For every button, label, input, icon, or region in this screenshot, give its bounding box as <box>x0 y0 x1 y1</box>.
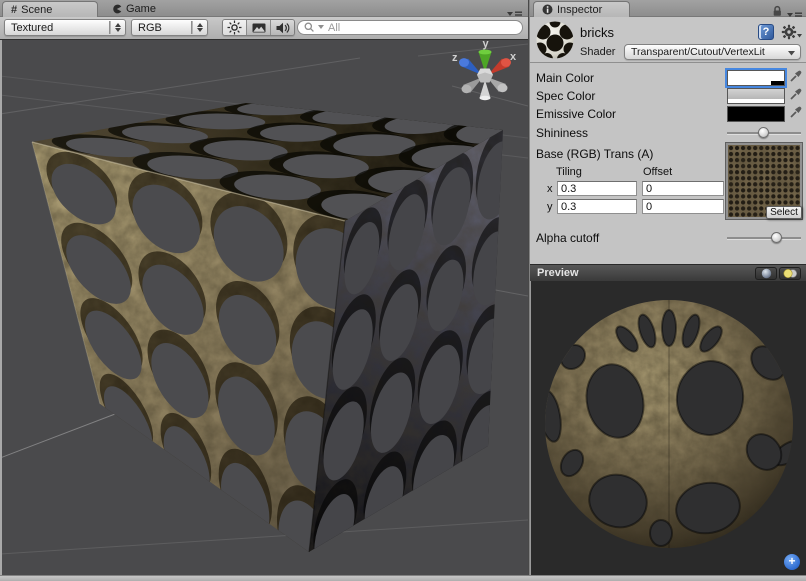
gizmo-y-label: y <box>483 40 490 50</box>
alpha-cutoff-slider-thumb[interactable] <box>771 232 782 243</box>
draw-mode-label: Textured <box>11 22 53 34</box>
speaker-icon <box>275 21 290 35</box>
spec-color-label: Spec Color <box>536 88 595 104</box>
scene-panel: # Scene Game Textured <box>0 0 528 575</box>
alpha-cutoff-label: Alpha cutoff <box>536 230 599 246</box>
preview-title: Preview <box>537 267 579 279</box>
material-ball-thumbnail <box>536 21 574 59</box>
scene-tabbar: # Scene Game <box>0 0 528 17</box>
chevron-down-icon <box>788 51 795 56</box>
inspector-panel: Inspector <box>530 0 806 575</box>
alpha-cutoff-slider[interactable] <box>727 231 801 244</box>
textured-cube[interactable] <box>2 40 528 575</box>
inspector-tabbar: Inspector <box>530 0 806 17</box>
scene-toolbar: Textured RGB <box>0 17 528 40</box>
offset-x-input[interactable] <box>642 181 724 196</box>
emissive-color-label: Emissive Color <box>536 106 616 122</box>
preview-header: Preview <box>530 264 806 281</box>
tiling-x-input[interactable] <box>557 181 637 196</box>
color-mode-label: RGB <box>138 22 162 34</box>
sun-icon <box>227 20 242 35</box>
tiling-y-input[interactable] <box>557 199 637 214</box>
dropdown-divider <box>109 21 111 34</box>
lighting-toggle-button[interactable] <box>223 20 247 35</box>
search-value: All <box>328 22 340 34</box>
updown-arrows-icon <box>115 23 121 32</box>
help-icon[interactable]: ? <box>758 24 774 40</box>
skybox-toggle-button[interactable] <box>247 20 271 35</box>
eyedropper-icon[interactable] <box>789 69 803 83</box>
shader-value: Transparent/Cutout/VertexLit <box>631 46 765 58</box>
tab-game-label: Game <box>126 3 156 15</box>
search-input[interactable]: All <box>297 20 523 35</box>
main-color-label: Main Color <box>536 70 594 86</box>
tab-game[interactable]: Game <box>104 1 164 17</box>
info-icon <box>542 4 553 15</box>
tab-scene-label: Scene <box>21 4 52 16</box>
material-name: bricks <box>580 25 614 40</box>
updown-arrows-icon <box>197 23 203 32</box>
tiling-header: Tiling <box>556 166 582 179</box>
shader-dropdown[interactable]: Transparent/Cutout/VertexLit <box>624 44 801 60</box>
offset-y-input[interactable] <box>642 199 724 214</box>
preview-lighting-button[interactable] <box>779 267 801 280</box>
shininess-slider[interactable] <box>727 126 801 139</box>
shader-label: Shader <box>580 46 615 58</box>
scene-viewport[interactable]: y x z <box>0 40 528 575</box>
scene-toggle-buttons <box>222 19 295 36</box>
tab-inspector[interactable]: Inspector <box>533 1 630 17</box>
add-preview-button[interactable]: + <box>784 554 800 570</box>
shininess-label: Shininess <box>536 125 588 141</box>
tab-scene[interactable]: # Scene <box>2 1 98 17</box>
window-bottom-strip <box>0 575 806 581</box>
game-icon <box>112 4 122 14</box>
main-color-swatch[interactable] <box>727 70 785 86</box>
tab-inspector-label: Inspector <box>557 4 602 16</box>
preview-sphere[interactable] <box>536 300 806 548</box>
select-texture-button[interactable]: Select <box>766 206 802 219</box>
eyedropper-icon[interactable] <box>789 105 803 119</box>
gear-menu-icon[interactable] <box>781 24 803 41</box>
axis-gizmo[interactable]: y x z <box>452 40 517 100</box>
audio-toggle-button[interactable] <box>271 20 294 35</box>
material-preview-area[interactable]: + <box>530 281 806 575</box>
two-lights-icon <box>783 268 798 279</box>
gizmo-z-label: z <box>452 52 458 64</box>
image-icon <box>251 21 267 35</box>
grid-icon: # <box>11 4 17 16</box>
offset-header: Offset <box>643 166 672 179</box>
color-mode-dropdown[interactable]: RGB <box>131 19 208 36</box>
gizmo-x-label: x <box>510 51 517 63</box>
shininess-slider-thumb[interactable] <box>758 127 769 138</box>
tiling-x-axis-label: x <box>547 183 553 196</box>
base-texture-label: Base (RGB) Trans (A) <box>536 146 653 162</box>
dropdown-divider <box>191 21 193 34</box>
unity-editor-window: # Scene Game Textured <box>0 0 806 581</box>
tiling-y-axis-label: y <box>547 201 553 214</box>
search-icon <box>303 21 316 34</box>
eyedropper-icon[interactable] <box>789 87 803 101</box>
sphere-icon <box>761 268 772 279</box>
search-filter-arrow-icon <box>318 25 324 30</box>
spec-color-swatch[interactable] <box>727 88 785 104</box>
emissive-color-swatch[interactable] <box>727 106 785 122</box>
preview-sphere-button[interactable] <box>755 267 777 280</box>
draw-mode-dropdown[interactable]: Textured <box>4 19 126 36</box>
